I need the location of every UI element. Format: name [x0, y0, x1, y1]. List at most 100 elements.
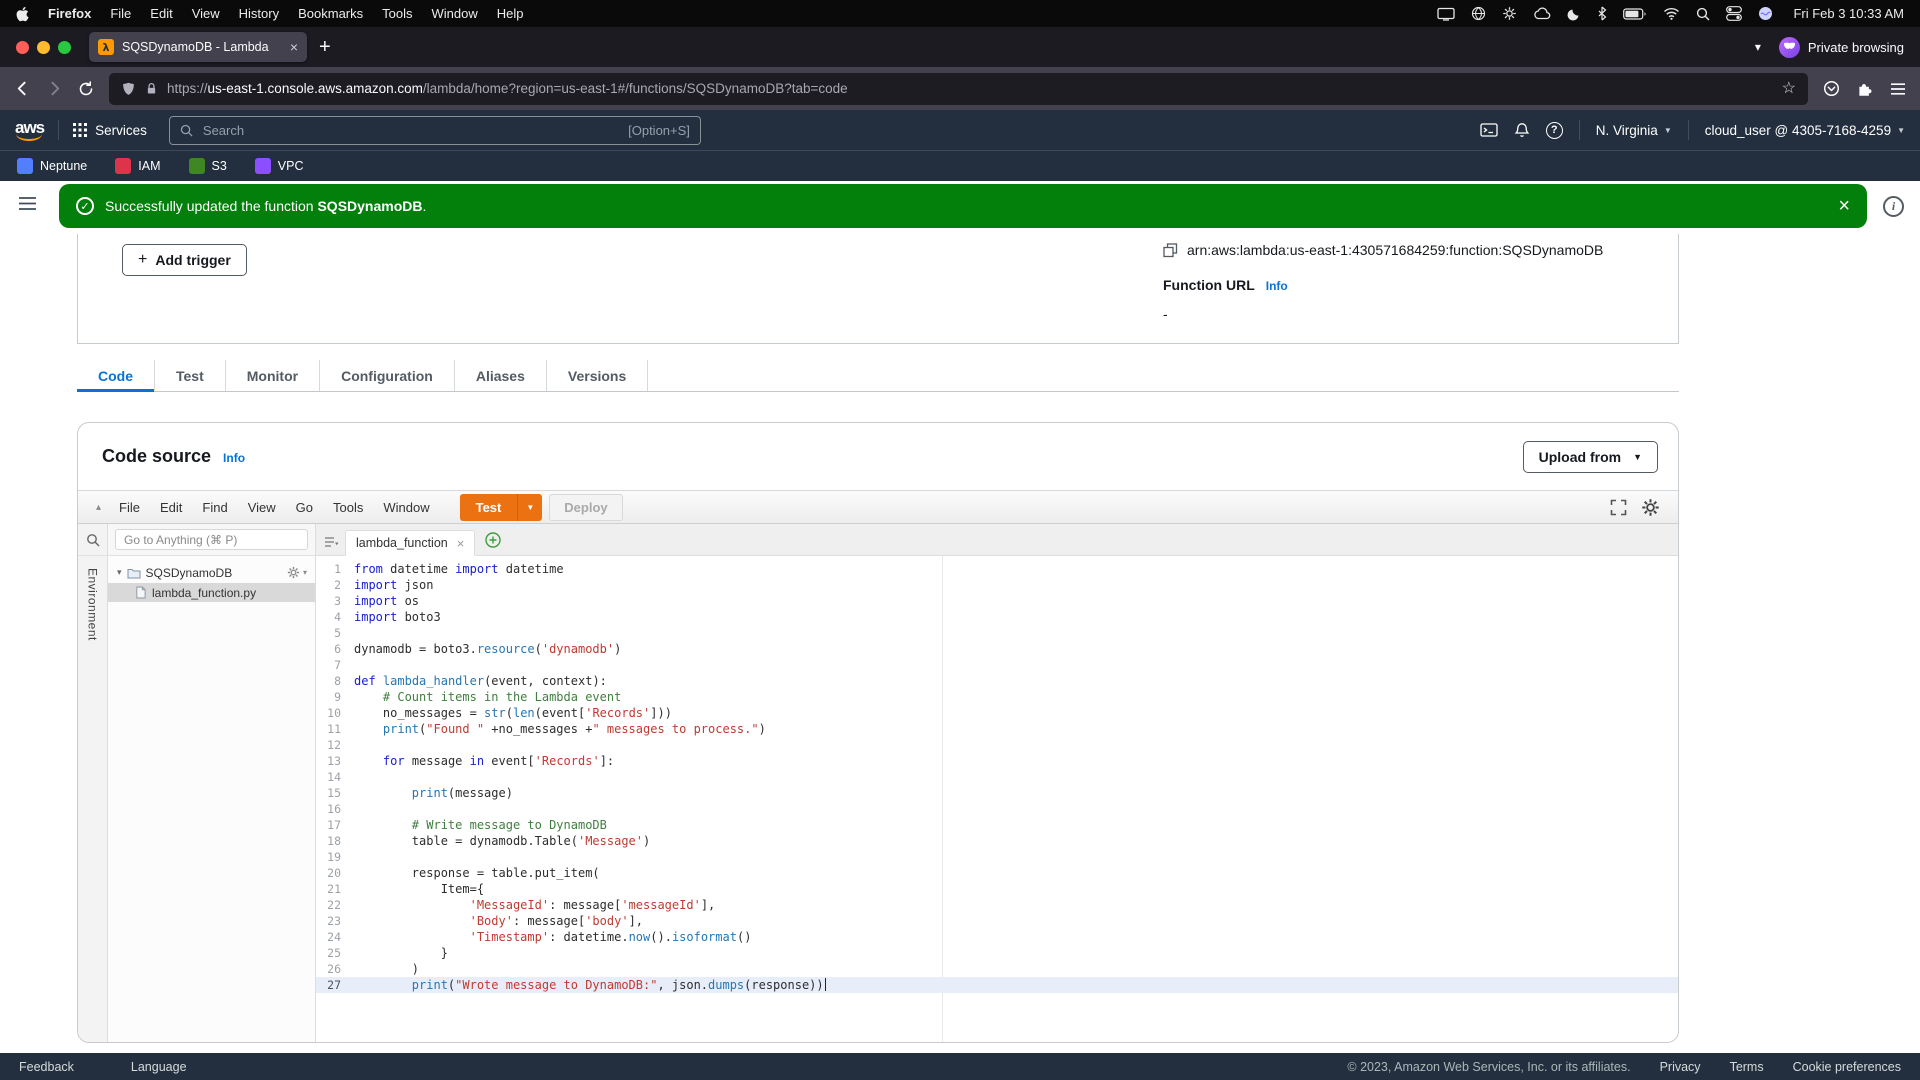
- code-line[interactable]: 4import boto3: [316, 609, 1678, 625]
- menubar-item-history[interactable]: History: [239, 6, 279, 21]
- editor-menu-find[interactable]: Find: [192, 500, 237, 515]
- globe-icon[interactable]: [1471, 6, 1486, 21]
- tab-monitor[interactable]: Monitor: [226, 360, 320, 391]
- code-line[interactable]: 1from datetime import datetime: [316, 561, 1678, 577]
- code-line[interactable]: 15 print(message): [316, 785, 1678, 801]
- notifications-bell-icon[interactable]: [1514, 122, 1530, 138]
- tab-aliases[interactable]: Aliases: [455, 360, 547, 391]
- code-line[interactable]: 2import json: [316, 577, 1678, 593]
- language-link[interactable]: Language: [131, 1060, 187, 1074]
- menubar-clock[interactable]: Fri Feb 3 10:33 AM: [1793, 6, 1904, 21]
- test-button[interactable]: Test: [460, 494, 518, 521]
- add-trigger-button[interactable]: + Add trigger: [122, 244, 247, 276]
- footer-link-privacy[interactable]: Privacy: [1660, 1060, 1701, 1074]
- favorite-iam[interactable]: IAM: [115, 158, 160, 174]
- back-icon[interactable]: [14, 80, 31, 97]
- side-nav-toggle-icon[interactable]: [18, 196, 37, 211]
- wifi-icon[interactable]: [1663, 7, 1680, 20]
- tab-list-icon[interactable]: [324, 536, 339, 548]
- help-panel-toggle-icon[interactable]: i: [1883, 196, 1904, 217]
- tab-test[interactable]: Test: [155, 360, 226, 391]
- code-line[interactable]: 12: [316, 737, 1678, 753]
- editor-settings-gear-icon[interactable]: [1641, 498, 1660, 517]
- function-url-info-link[interactable]: Info: [1266, 279, 1288, 293]
- code-line[interactable]: 16: [316, 801, 1678, 817]
- tree-settings-gear-icon[interactable]: [287, 566, 300, 579]
- editor-file-tab[interactable]: lambda_function ×: [345, 530, 475, 556]
- feedback-link[interactable]: Feedback: [19, 1060, 74, 1074]
- copy-icon[interactable]: [1163, 243, 1178, 258]
- zoom-window-button[interactable]: [58, 41, 71, 54]
- flashbar-close-icon[interactable]: ×: [1838, 196, 1850, 216]
- code-line[interactable]: 3import os: [316, 593, 1678, 609]
- tree-file-row[interactable]: lambda_function.py: [108, 583, 315, 602]
- favorite-s3[interactable]: S3: [189, 158, 227, 174]
- tab-close-icon[interactable]: ×: [290, 40, 298, 54]
- environment-tab[interactable]: Environment: [86, 568, 100, 641]
- bookmark-star-icon[interactable]: ☆: [1782, 81, 1796, 97]
- editor-menu-window[interactable]: Window: [373, 500, 439, 515]
- code-line[interactable]: 23 'Body': message['body'],: [316, 913, 1678, 929]
- code-line[interactable]: 8def lambda_handler(event, context):: [316, 673, 1678, 689]
- services-menu[interactable]: Services: [73, 123, 147, 138]
- menubar-item-edit[interactable]: Edit: [150, 6, 172, 21]
- editor-menu-go[interactable]: Go: [286, 500, 323, 515]
- menu-icon[interactable]: [1890, 82, 1906, 96]
- tab-versions[interactable]: Versions: [547, 360, 648, 391]
- code-editor[interactable]: 1from datetime import datetime2import js…: [316, 556, 1678, 1042]
- goto-anything-input[interactable]: [115, 529, 308, 550]
- url-input[interactable]: https://us-east-1.console.aws.amazon.com…: [109, 73, 1808, 105]
- footer-link-terms[interactable]: Terms: [1730, 1060, 1764, 1074]
- pocket-icon[interactable]: [1823, 80, 1840, 97]
- console-search[interactable]: [Option+S]: [169, 116, 701, 145]
- editor-tab-close-icon[interactable]: ×: [457, 537, 465, 550]
- cloudshell-icon[interactable]: [1480, 122, 1498, 138]
- battery-icon[interactable]: [1623, 8, 1647, 20]
- help-icon[interactable]: ?: [1546, 122, 1563, 139]
- menubar-item-help[interactable]: Help: [497, 6, 524, 21]
- code-line[interactable]: 19: [316, 849, 1678, 865]
- region-selector[interactable]: N. Virginia▼: [1596, 123, 1672, 138]
- editor-menu-file[interactable]: File: [109, 500, 150, 515]
- code-line[interactable]: 10 no_messages = str(len(event['Records'…: [316, 705, 1678, 721]
- code-line[interactable]: 11 print("Found " +no_messages +" messag…: [316, 721, 1678, 737]
- search-input[interactable]: [201, 122, 620, 139]
- close-window-button[interactable]: [16, 41, 29, 54]
- bluetooth-icon[interactable]: [1597, 6, 1607, 21]
- menubar-item-file[interactable]: File: [110, 6, 131, 21]
- new-editor-tab-icon[interactable]: [485, 532, 501, 548]
- browser-tab[interactable]: λ SQSDynamoDB - Lambda ×: [89, 32, 307, 62]
- code-source-info-link[interactable]: Info: [223, 451, 245, 465]
- code-line[interactable]: 27 print("Wrote message to DynamoDB:", j…: [316, 977, 1678, 993]
- menubar-item-window[interactable]: Window: [432, 6, 478, 21]
- list-all-tabs-icon[interactable]: ▾: [1755, 40, 1761, 54]
- minimize-window-button[interactable]: [37, 41, 50, 54]
- code-line[interactable]: 21 Item={: [316, 881, 1678, 897]
- code-line[interactable]: 6dynamodb = boto3.resource('dynamodb'): [316, 641, 1678, 657]
- screen-mirroring-icon[interactable]: [1437, 7, 1455, 21]
- menubar-item-tools[interactable]: Tools: [382, 6, 412, 21]
- code-line[interactable]: 18 table = dynamodb.Table('Message'): [316, 833, 1678, 849]
- code-line[interactable]: 26 ): [316, 961, 1678, 977]
- code-line[interactable]: 22 'MessageId': message['messageId'],: [316, 897, 1678, 913]
- disclosure-caret-icon[interactable]: ▾: [117, 567, 122, 578]
- upload-from-button[interactable]: Upload from ▼: [1523, 441, 1658, 473]
- editor-menu-view[interactable]: View: [238, 500, 286, 515]
- fullscreen-icon[interactable]: [1610, 499, 1627, 516]
- menubar-item-view[interactable]: View: [192, 6, 220, 21]
- account-menu[interactable]: cloud_user @ 4305-7168-4259▼: [1705, 123, 1905, 138]
- deploy-button[interactable]: Deploy: [549, 494, 622, 521]
- code-line[interactable]: 24 'Timestamp': datetime.now().isoformat…: [316, 929, 1678, 945]
- test-caret-icon[interactable]: ▼: [517, 494, 542, 521]
- tab-configuration[interactable]: Configuration: [320, 360, 455, 391]
- tree-settings-caret-icon[interactable]: ▾: [303, 568, 307, 577]
- extensions-icon[interactable]: [1857, 81, 1873, 97]
- tracking-shield-icon[interactable]: [121, 81, 136, 97]
- aws-logo[interactable]: aws: [15, 119, 44, 142]
- focus-moon-icon[interactable]: [1567, 7, 1581, 21]
- code-line[interactable]: 17 # Write message to DynamoDB: [316, 817, 1678, 833]
- editor-menu-edit[interactable]: Edit: [150, 500, 192, 515]
- favorite-vpc[interactable]: VPC: [255, 158, 304, 174]
- apple-menu-icon[interactable]: [16, 6, 29, 22]
- footer-link-cookie-preferences[interactable]: Cookie preferences: [1793, 1060, 1901, 1074]
